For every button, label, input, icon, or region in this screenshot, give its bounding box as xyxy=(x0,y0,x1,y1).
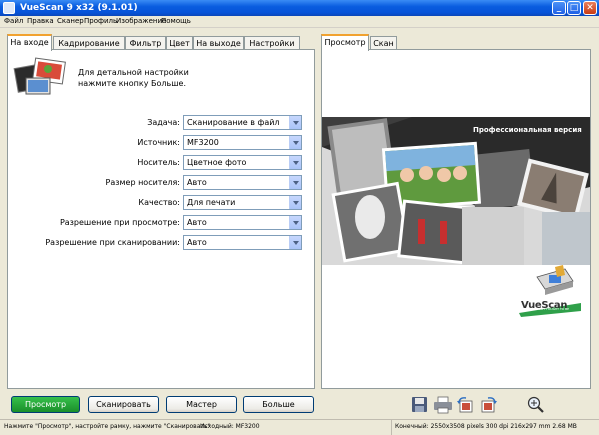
chevron-down-icon[interactable] xyxy=(289,236,301,249)
tab-input[interactable]: На входе xyxy=(7,34,52,51)
maximize-button[interactable]: □ xyxy=(567,1,581,15)
preview-image xyxy=(322,117,590,265)
wizard-button[interactable]: Мастер xyxy=(166,396,237,413)
preview-resolution-label: Разрешение при просмотре: xyxy=(59,218,180,227)
window-title: VueScan 9 x32 (9.1.01) xyxy=(20,3,138,13)
app-icon xyxy=(3,2,15,14)
close-button[interactable]: ✕ xyxy=(583,1,597,15)
task-label: Задача: xyxy=(147,118,180,127)
source-label: Источник: xyxy=(137,138,180,147)
tab-crop[interactable]: Кадрирование xyxy=(53,36,125,50)
preview-button[interactable]: Просмотр xyxy=(11,396,80,413)
scan-button[interactable]: Сканировать xyxy=(88,396,159,413)
source-select[interactable]: MF3200 xyxy=(183,135,302,150)
pro-version-banner: Профессиональная версия xyxy=(473,126,582,134)
chevron-down-icon[interactable] xyxy=(289,216,301,229)
menu-file[interactable]: Файл xyxy=(4,17,23,26)
photo-collage-image xyxy=(322,117,590,265)
media-select[interactable]: Цветное фото xyxy=(183,155,302,170)
tab-filter[interactable]: Фильтр xyxy=(125,36,166,50)
menu-edit[interactable]: Правка xyxy=(27,17,54,26)
menu-profile[interactable]: Профиль xyxy=(84,17,117,26)
preview-resolution-select[interactable]: Авто xyxy=(183,215,302,230)
tab-preview[interactable]: Просмотр xyxy=(321,34,369,51)
rotate-left-icon[interactable] xyxy=(456,396,476,414)
right-tabbar: Просмотр Скан xyxy=(321,34,421,51)
media-size-label: Размер носителя: xyxy=(105,178,180,187)
status-output: Конечный: 2550x3508 pixels 300 dpi 216x2… xyxy=(395,423,577,430)
chevron-down-icon[interactable] xyxy=(289,116,301,129)
chevron-down-icon[interactable] xyxy=(289,136,301,149)
chevron-down-icon[interactable] xyxy=(289,176,301,189)
print-icon[interactable] xyxy=(433,396,453,414)
chevron-down-icon[interactable] xyxy=(289,196,301,209)
tab-scan[interactable]: Скан xyxy=(370,36,397,50)
scan-resolution-select[interactable]: Авто xyxy=(183,235,302,250)
chevron-down-icon[interactable] xyxy=(289,156,301,169)
menu-help[interactable]: Помощь xyxy=(161,17,191,26)
hint-text: Для детальной настройки нажмите кнопку Б… xyxy=(78,68,189,88)
tab-color[interactable]: Цвет xyxy=(166,36,193,50)
tab-prefs[interactable]: Настройки xyxy=(244,36,300,50)
menu-bar: Файл Правка Сканер Профиль Изображение П… xyxy=(0,16,599,28)
title-bar: VueScan 9 x32 (9.1.01) _ □ ✕ xyxy=(0,0,599,16)
save-icon[interactable] xyxy=(410,396,430,414)
quality-select[interactable]: Для печати xyxy=(183,195,302,210)
scan-resolution-label: Разрешение при сканировании: xyxy=(45,238,180,247)
more-button[interactable]: Больше xyxy=(243,396,314,413)
menu-scanner[interactable]: Сканер xyxy=(57,17,84,26)
minimize-button[interactable]: _ xyxy=(552,1,566,15)
menu-image[interactable]: Изображение xyxy=(116,17,166,26)
status-separator xyxy=(391,420,392,435)
status-hint: Нажмите "Просмотр", настройте рамку, наж… xyxy=(4,423,211,430)
status-source: Исходный: MF3200 xyxy=(200,423,260,430)
zoom-icon[interactable] xyxy=(526,396,546,414)
tab-output[interactable]: На выходе xyxy=(193,36,244,50)
task-select[interactable]: Сканирование в файл xyxy=(183,115,302,130)
media-label: Носитель: xyxy=(137,158,180,167)
media-size-select[interactable]: Авто xyxy=(183,175,302,190)
status-bar: Нажмите "Просмотр", настройте рамку, наж… xyxy=(0,419,599,435)
rotate-right-icon[interactable] xyxy=(478,396,498,414)
quality-label: Качество: xyxy=(138,198,180,207)
left-tabbar: На входе Кадрирование Фильтр Цвет На вых… xyxy=(7,34,317,51)
photos-icon xyxy=(13,57,66,95)
vuescan-logo-tagline: THE WAY IT OUGHT TO BE xyxy=(530,307,570,311)
